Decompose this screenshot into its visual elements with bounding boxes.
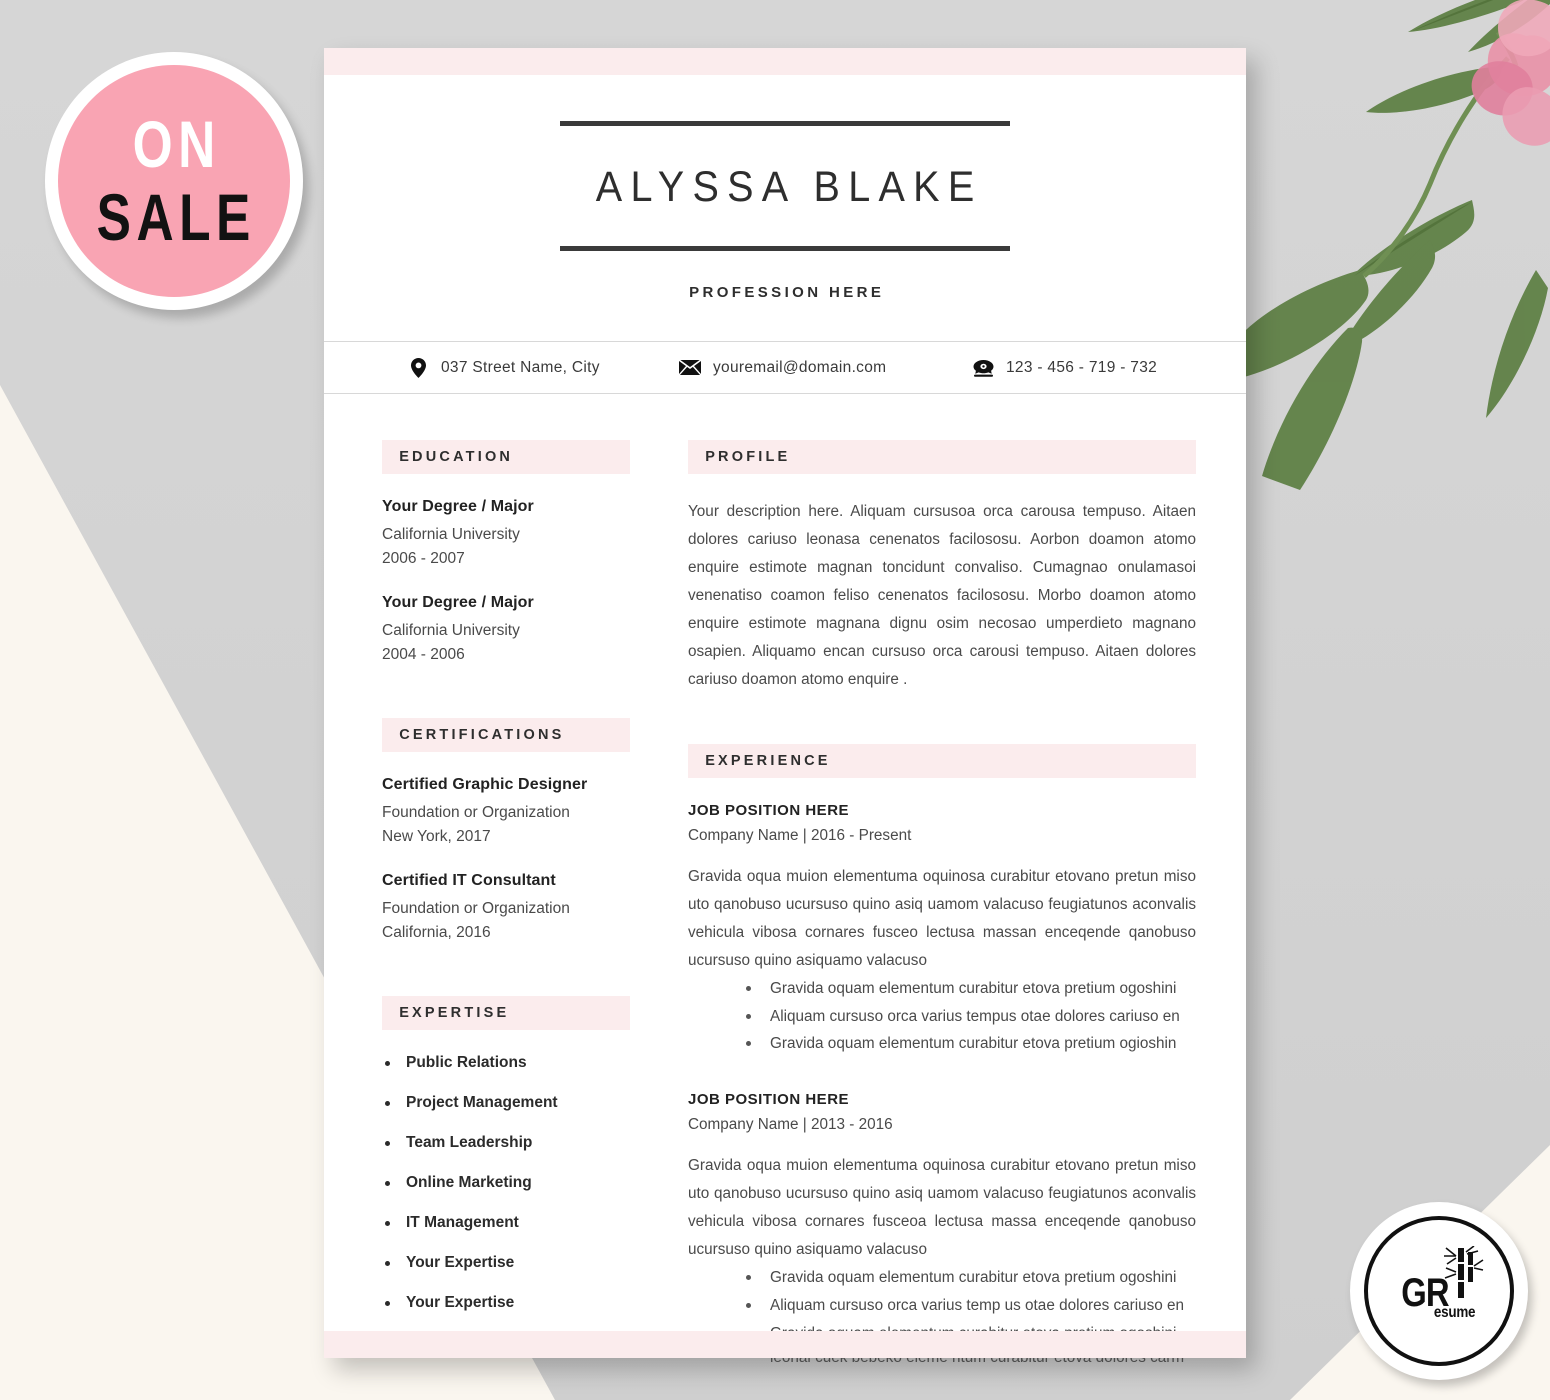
- job-bullet: Gravida oquam elementum curabitur etova …: [746, 977, 1196, 1002]
- education-section: EDUCATION Your Degree / Major California…: [382, 440, 630, 668]
- job-bullet: Aliquam cursuso orca varius tempus otae …: [746, 1005, 1196, 1030]
- profile-section: PROFILE Your description here. Aliquam c…: [688, 440, 1196, 694]
- job-bullet: Aliquam cursuso orca varius temp us otae…: [746, 1294, 1196, 1319]
- contact-phone-text: 123 - 456 - 719 - 732: [1006, 358, 1158, 376]
- right-column: PROFILE Your description here. Aliquam c…: [688, 440, 1196, 1374]
- on-sale-line2: SALE: [97, 180, 257, 254]
- certifications-heading: CERTIFICATIONS: [382, 717, 630, 752]
- job-description: Gravida oqua muion elementuma oquinosa c…: [688, 1157, 1196, 1259]
- telephone-icon: [971, 359, 995, 377]
- education-entry: Your Degree / Major California Universit…: [382, 498, 630, 572]
- expertise-list: Public Relations Project Management Team…: [382, 1054, 630, 1312]
- certification-org: Foundation or Organization: [382, 803, 570, 821]
- job-bullet: Gravida oquam elementum curabitur etova …: [746, 1032, 1196, 1057]
- experience-job: JOB POSITION HERE Company Name | 2013 - …: [688, 1091, 1196, 1371]
- education-school: California University: [382, 526, 520, 543]
- education-years: 2004 - 2006: [382, 646, 465, 664]
- education-entry: Your Degree / Major California Universit…: [382, 594, 630, 668]
- expertise-item: Online Marketing: [382, 1174, 630, 1192]
- job-company: Company Name | 2016 - Present: [688, 826, 912, 844]
- profile-heading: PROFILE: [688, 440, 1196, 474]
- certification-org: Foundation or Organization: [382, 899, 570, 917]
- expertise-heading: EXPERTISE: [382, 995, 630, 1030]
- certification-place: California, 2016: [382, 924, 491, 942]
- resume-header: ALYSSA BLAKE PROFESSION HERE: [324, 75, 1246, 301]
- gresume-logo: GR esume: [1350, 1202, 1528, 1380]
- education-degree: Your Degree / Major: [382, 593, 534, 611]
- gresume-logo-sub: esume: [1433, 1304, 1476, 1321]
- education-years: 2006 - 2007: [382, 550, 465, 568]
- certification-title: Certified IT Consultant: [382, 871, 556, 889]
- contact-email-text: youremail@domain.com: [713, 358, 887, 376]
- job-title: JOB POSITION HERE: [688, 1091, 850, 1109]
- resume-page: ALYSSA BLAKE PROFESSION HERE 037 Street …: [324, 48, 1246, 1366]
- expertise-item: Your Expertise: [382, 1294, 630, 1312]
- expertise-item: IT Management: [382, 1214, 630, 1232]
- expertise-item: Team Leadership: [382, 1134, 630, 1152]
- experience-section: EXPERIENCE JOB POSITION HERE Company Nam…: [688, 743, 1196, 1371]
- candidate-name: ALYSSA BLAKE: [595, 163, 983, 211]
- certification-entry: Certified IT Consultant Foundation or Or…: [382, 872, 630, 946]
- contact-phone: 123 - 456 - 719 - 732: [971, 359, 1157, 377]
- page-bottom-band: [324, 1331, 1246, 1358]
- job-bullet-list: Gravida oquam elementum curabitur etova …: [688, 977, 1196, 1057]
- expertise-item: Public Relations: [382, 1054, 630, 1072]
- resume-body: EDUCATION Your Degree / Major California…: [324, 394, 1246, 1374]
- experience-heading: EXPERIENCE: [688, 743, 1196, 778]
- on-sale-badge: ON SALE: [45, 52, 303, 310]
- job-company: Company Name | 2013 - 2016: [688, 1116, 893, 1134]
- expertise-item: Your Expertise: [382, 1254, 630, 1272]
- candidate-profession: PROFESSION HERE: [689, 284, 885, 301]
- contact-address-text: 037 Street Name, City: [441, 358, 600, 376]
- contact-email: youremail@domain.com: [678, 359, 971, 377]
- certification-place: New York, 2017: [382, 828, 491, 846]
- education-school: California University: [382, 621, 520, 639]
- envelope-icon: [678, 360, 702, 375]
- job-description: Gravida oqua muion elementuma oquinosa c…: [688, 867, 1196, 969]
- page-top-band: [324, 48, 1246, 75]
- experience-job: JOB POSITION HERE Company Name | 2016 - …: [688, 802, 1196, 1057]
- bamboo-icon: [1444, 1246, 1484, 1298]
- expertise-item: Project Management: [382, 1094, 630, 1112]
- contact-bar: 037 Street Name, City youremail@domain.c…: [324, 341, 1246, 394]
- on-sale-line1: ON: [132, 106, 221, 181]
- education-heading: EDUCATION: [382, 440, 630, 474]
- job-bullet: Gravida oquam elementum curabitur etova …: [746, 1266, 1196, 1291]
- left-column: EDUCATION Your Degree / Major California…: [382, 440, 630, 1374]
- job-title: JOB POSITION HERE: [688, 801, 850, 819]
- contact-address: 037 Street Name, City: [406, 357, 678, 378]
- expertise-section: EXPERTISE Public Relations Project Manag…: [382, 995, 630, 1312]
- certification-entry: Certified Graphic Designer Foundation or…: [382, 776, 630, 850]
- certification-title: Certified Graphic Designer: [382, 775, 588, 793]
- education-degree: Your Degree / Major: [382, 498, 534, 515]
- certifications-section: CERTIFICATIONS Certified Graphic Designe…: [382, 717, 630, 946]
- profile-text: Your description here. Aliquam cursusoa …: [688, 503, 1196, 688]
- location-pin-icon: [406, 357, 430, 378]
